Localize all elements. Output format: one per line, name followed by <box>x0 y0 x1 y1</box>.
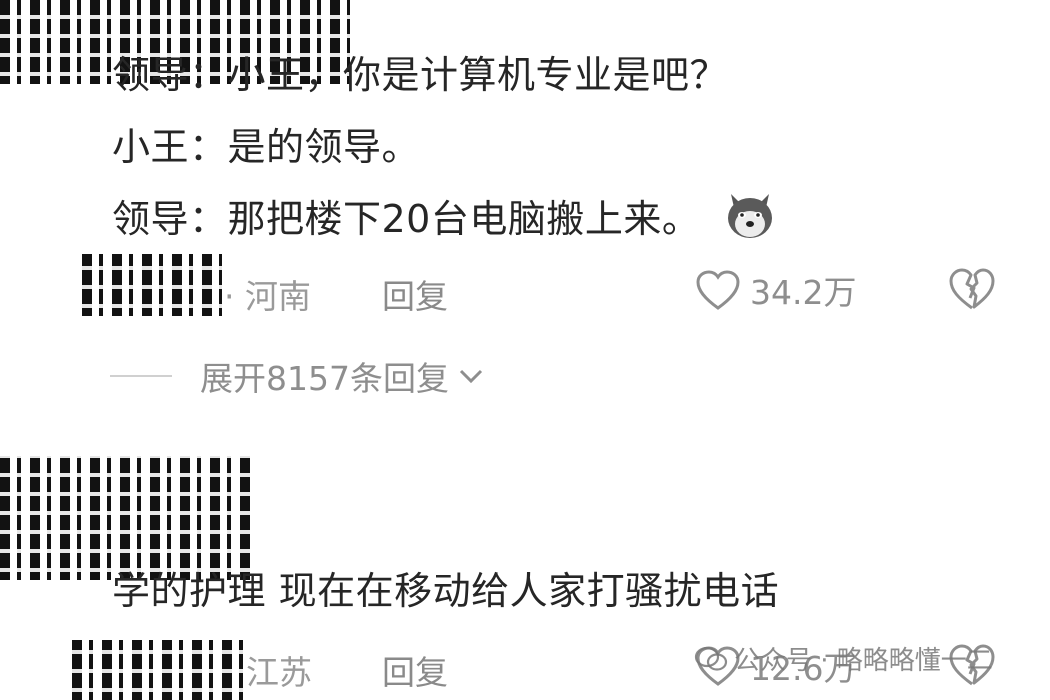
comment-text: 领导：那把楼下20台电脑搬上来。 <box>112 197 701 241</box>
redacted-username <box>0 456 256 580</box>
comment-text-line: 小王：是的领导。 <box>112 125 421 169</box>
redacted-username-small <box>82 254 222 316</box>
wechat-icon <box>694 646 728 671</box>
like-count: 34.2万 <box>750 273 857 312</box>
reply-button[interactable]: 回复 <box>382 270 448 318</box>
divider <box>110 375 172 377</box>
broken-heart-icon <box>949 268 995 310</box>
watermark: 公众号 · 略略略懂一二 <box>694 640 993 677</box>
dislike-button[interactable] <box>946 266 998 312</box>
reply-button[interactable]: 回复 <box>382 646 448 694</box>
wolf-emoji-icon <box>727 194 772 238</box>
like-button[interactable]: 34.2万 <box>694 266 856 314</box>
expand-replies-label: 展开8157条回复 <box>200 359 449 398</box>
expand-replies-button[interactable]: 展开8157条回复 <box>110 352 487 400</box>
heart-outline-icon <box>696 270 740 310</box>
watermark-text: 公众号 · 略略略懂一二 <box>734 646 993 676</box>
comment-text-line: 领导：那把楼下20台电脑搬上来。 <box>112 188 777 242</box>
comment-location: 江苏 <box>246 653 312 692</box>
chevron-down-icon <box>459 369 483 384</box>
comment-text-line: 领导：小王，你是计算机专业是吧？ <box>112 53 729 97</box>
comment-text: 学的护理 现在在移动给人家打骚扰电话 <box>112 569 780 613</box>
comment-location: · 河南 <box>224 277 311 316</box>
redacted-username-small <box>72 640 244 700</box>
